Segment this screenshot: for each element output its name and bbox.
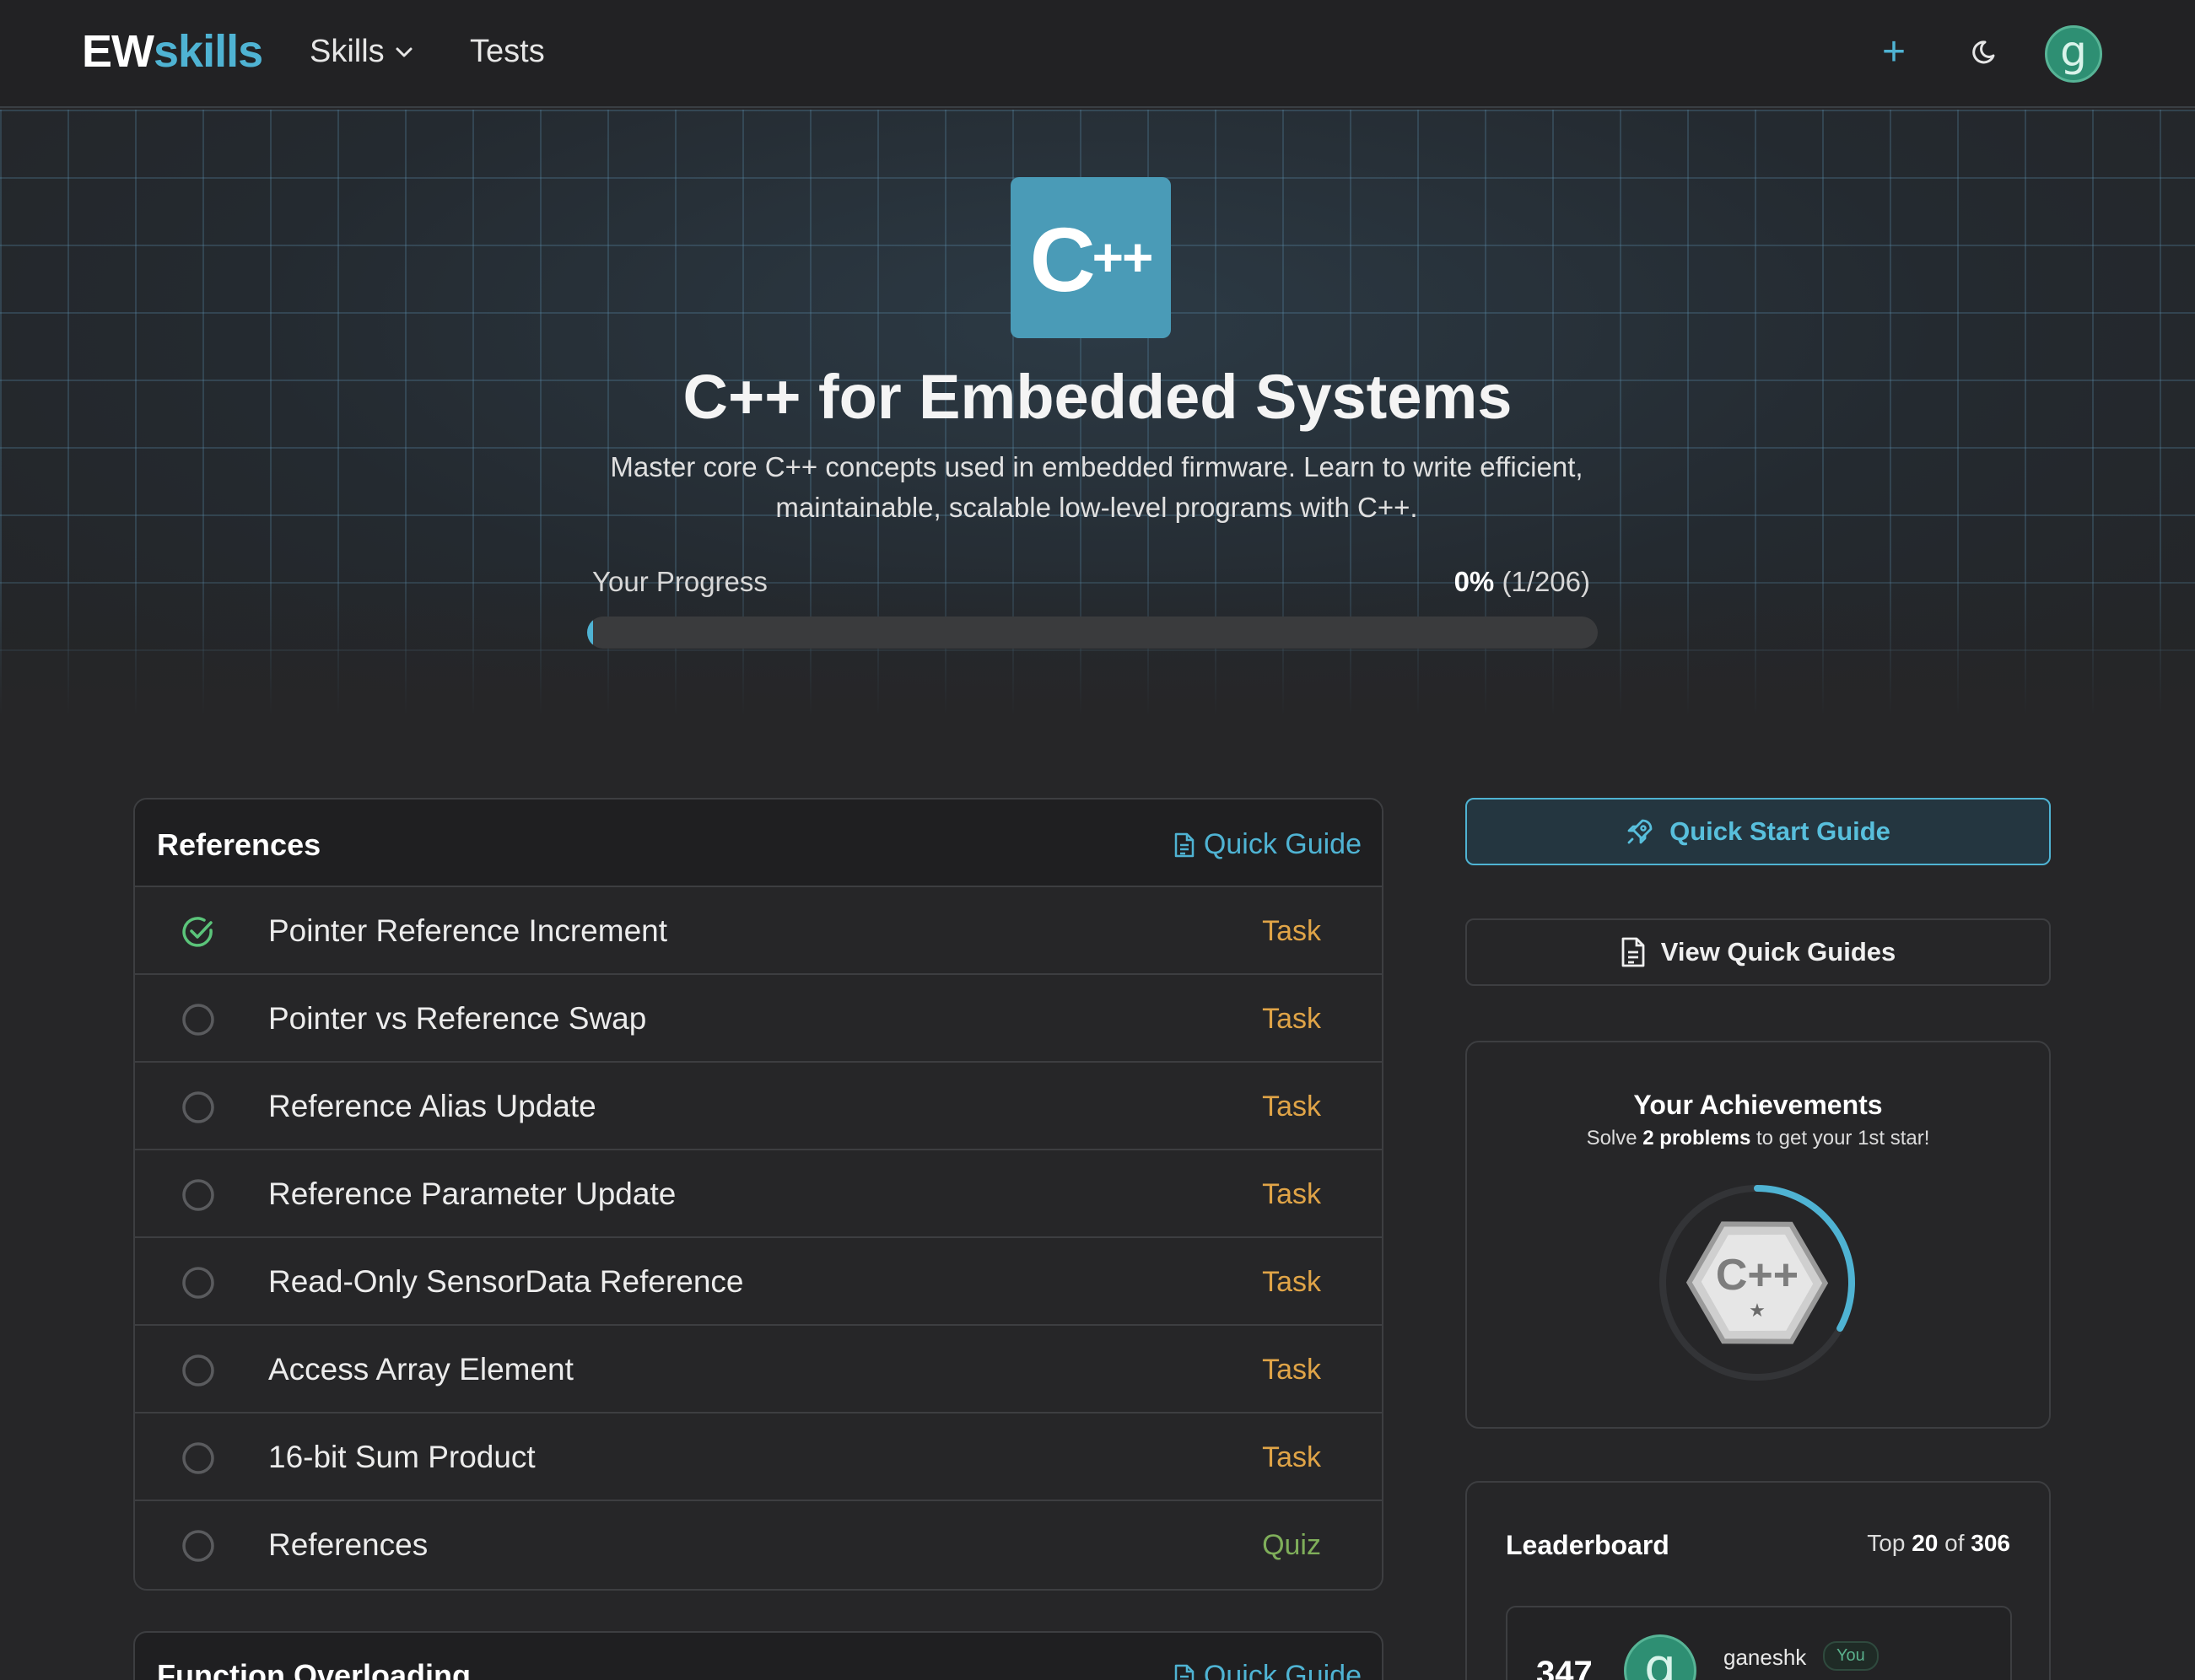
document-icon bbox=[1174, 1664, 1195, 1680]
problem-title: Pointer vs Reference Swap bbox=[268, 1001, 647, 1036]
problem-title: 16-bit Sum Product bbox=[268, 1440, 536, 1474]
star-icon: ★ bbox=[1749, 1300, 1766, 1322]
you-badge: You bbox=[1823, 1641, 1879, 1671]
empty-circle-icon bbox=[182, 1354, 214, 1387]
progress-count: (1/206) bbox=[1502, 566, 1590, 597]
problem-title: Read-Only SensorData Reference bbox=[268, 1264, 744, 1299]
problem-type-label: Task bbox=[1262, 1178, 1321, 1210]
empty-circle-icon bbox=[182, 1179, 214, 1211]
cpp-logo-main: C bbox=[1029, 208, 1096, 310]
references-list: Pointer Reference Increment Task Pointer v… bbox=[135, 887, 1382, 1589]
leaderboard-entry[interactable]: 347 g ganeshk You bbox=[1506, 1606, 2012, 1680]
nav-tests-link[interactable]: Tests bbox=[470, 34, 545, 70]
function-overloading-panel: Function Overloading Quick Guide bbox=[133, 1631, 1383, 1680]
leaderboard-avatar: g bbox=[1624, 1634, 1696, 1680]
achievements-subtitle: Solve 2 problems to get your 1st star! bbox=[1467, 1127, 2049, 1150]
quick-guide-label: Quick Guide bbox=[1203, 1660, 1362, 1680]
logo-skills: skills bbox=[154, 26, 263, 77]
achievements-title: Your Achievements bbox=[1633, 1090, 1883, 1120]
problem-type-label: Task bbox=[1262, 1266, 1321, 1298]
function-overloading-title: Function Overloading bbox=[157, 1658, 472, 1680]
plus-icon[interactable]: + bbox=[1882, 29, 1906, 76]
view-quick-guides-label: View Quick Guides bbox=[1660, 937, 1896, 967]
problem-row[interactable]: 16-bit Sum Product Task bbox=[135, 1413, 1382, 1501]
references-title: References bbox=[157, 827, 321, 862]
references-quick-guide-link[interactable]: Quick Guide bbox=[1173, 828, 1362, 861]
page-title: C++ for Embedded Systems bbox=[682, 362, 1513, 432]
problem-row[interactable]: Reference Parameter Update Task bbox=[135, 1150, 1382, 1238]
progress-percent: 0% bbox=[1453, 566, 1495, 597]
problem-row[interactable]: References Quiz bbox=[135, 1501, 1382, 1589]
empty-circle-icon bbox=[182, 1530, 214, 1562]
problem-type-label: Task bbox=[1262, 1441, 1321, 1473]
logo-ew: EW bbox=[82, 26, 154, 77]
leaderboard-username: ganeshk bbox=[1723, 1645, 1807, 1670]
empty-circle-icon bbox=[182, 1004, 214, 1036]
problem-row[interactable]: Reference Alias Update Task bbox=[135, 1063, 1382, 1150]
view-quick-guides-button[interactable]: View Quick Guides bbox=[1465, 918, 2051, 986]
problem-title: References bbox=[268, 1527, 429, 1562]
problem-type-label: Quiz bbox=[1262, 1529, 1321, 1561]
page-description: Master core C++ concepts used in embedde… bbox=[610, 451, 1583, 523]
problem-row[interactable]: Pointer Reference Increment Task bbox=[135, 887, 1382, 975]
achievements-sub-bold: 2 problems bbox=[1642, 1127, 1751, 1150]
problem-row[interactable]: Access Array Element Task bbox=[135, 1326, 1382, 1413]
leaderboard-card: Leaderboard Top 20 of 306 347 g ganeshk … bbox=[1465, 1481, 2051, 1680]
rank-pre: Top bbox=[1867, 1530, 1906, 1556]
empty-circle-icon bbox=[182, 1091, 214, 1123]
problem-title: Reference Parameter Update bbox=[268, 1177, 677, 1211]
references-panel: References Quick Guide Pointer Reference… bbox=[133, 798, 1383, 1591]
problem-type-label: Task bbox=[1262, 915, 1321, 947]
empty-circle-icon bbox=[182, 1442, 214, 1474]
achievements-sub-pre: Solve bbox=[1586, 1127, 1637, 1150]
problem-row[interactable]: Pointer vs Reference Swap Task bbox=[135, 975, 1382, 1063]
quick-start-guide-button[interactable]: Quick Start Guide bbox=[1465, 798, 2051, 865]
achievements-card: Your Achievements Solve 2 problems to ge… bbox=[1465, 1041, 2051, 1429]
moon-icon[interactable] bbox=[1971, 37, 2002, 67]
leaderboard-score: 347 bbox=[1536, 1655, 1593, 1680]
problem-title: Reference Alias Update bbox=[268, 1089, 596, 1123]
top-nav: EWskills Skills Tests + g bbox=[0, 0, 2195, 108]
problem-title: Access Array Element bbox=[268, 1352, 574, 1387]
rocket-icon bbox=[1627, 819, 1653, 844]
progress-bar bbox=[587, 617, 1598, 649]
nav-skills-dropdown[interactable]: Skills bbox=[310, 34, 413, 70]
problem-title: Pointer Reference Increment bbox=[268, 913, 668, 948]
empty-circle-icon bbox=[182, 1267, 214, 1299]
document-icon bbox=[1621, 937, 1645, 967]
leaderboard-rank: Top 20 of 306 bbox=[1867, 1530, 2010, 1557]
quick-guide-label: Quick Guide bbox=[1203, 828, 1362, 860]
achievements-sub-post: to get your 1st star! bbox=[1756, 1127, 1930, 1150]
rank-mid: of bbox=[1944, 1530, 1965, 1556]
rank-total: 306 bbox=[1971, 1530, 2010, 1556]
problem-type-label: Task bbox=[1262, 1354, 1321, 1386]
rank-value: 20 bbox=[1912, 1530, 1939, 1556]
quick-start-label: Quick Start Guide bbox=[1669, 816, 1890, 846]
cpp-logo-sup: ++ bbox=[1092, 227, 1154, 288]
leaderboard-title: Leaderboard bbox=[1506, 1530, 1669, 1560]
cpp-logo-icon: C++ bbox=[1011, 177, 1171, 338]
references-panel-header: References Quick Guide bbox=[135, 800, 1382, 887]
progress-label: Your Progress bbox=[592, 566, 768, 597]
document-icon bbox=[1174, 832, 1195, 857]
nav-skills-label: Skills bbox=[310, 34, 385, 69]
logo[interactable]: EWskills bbox=[82, 25, 263, 78]
achievement-progress-ring: C++ ★ bbox=[1659, 1185, 1855, 1381]
badge-text: C++ bbox=[1716, 1251, 1799, 1300]
user-avatar[interactable]: g bbox=[2045, 25, 2102, 83]
function-overloading-quick-guide-link[interactable]: Quick Guide bbox=[1173, 1660, 1362, 1680]
problem-row[interactable]: Read-Only SensorData Reference Task bbox=[135, 1238, 1382, 1326]
progress-value: 0% (1/206) bbox=[1454, 566, 1590, 598]
problem-type-label: Task bbox=[1262, 1090, 1321, 1123]
problem-type-label: Task bbox=[1262, 1003, 1321, 1035]
chevron-down-icon bbox=[396, 47, 413, 57]
check-circle-icon bbox=[182, 917, 213, 947]
